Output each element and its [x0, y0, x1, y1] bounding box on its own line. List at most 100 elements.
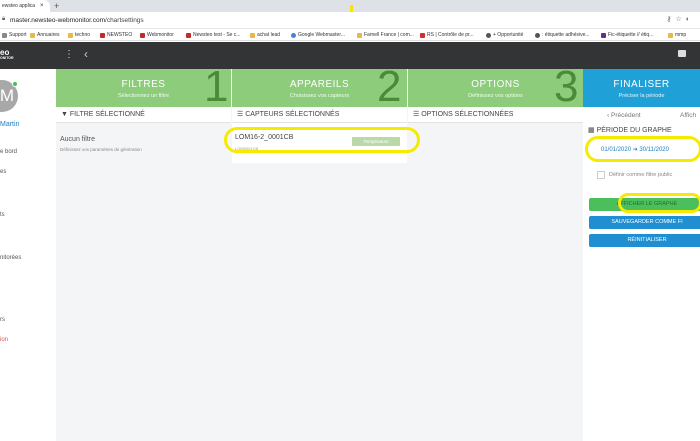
bookmark-label: Webmonitor	[147, 32, 174, 38]
sensor-highlight	[224, 127, 420, 153]
folder-icon	[250, 32, 255, 38]
sidebar-item-2[interactable]: es	[0, 169, 6, 175]
sidebar-item-monitored[interactable]: nitorées	[0, 255, 21, 261]
step-options[interactable]: OPTIONS Définissez vos options 3	[408, 69, 583, 107]
step-filters[interactable]: FILTRES Sélectionnez un filtre 1	[56, 69, 231, 107]
bookmark-5[interactable]: Newsteo test - Se c...	[186, 29, 241, 40]
sidebar-item-logout[interactable]: ion	[0, 337, 8, 343]
bookmark-11[interactable]: : étiquette adhésive...	[535, 29, 590, 40]
url-host: master.newsteo-webmonitor.com	[10, 17, 106, 24]
url-path: /chartsettings	[105, 17, 144, 24]
star-icon[interactable]: ☆	[675, 16, 685, 23]
panel-body: Aucun filtre Définissez vos paramètres d…	[56, 123, 231, 441]
grid-icon	[2, 32, 7, 38]
panel-header-label: OPTIONS SÉLECTIONNÉES	[421, 111, 514, 118]
bookmark-label: achat lead	[257, 32, 281, 38]
avatar-letter: M	[0, 86, 14, 105]
rs-icon	[420, 32, 425, 38]
user-name[interactable]: Martin	[0, 121, 19, 128]
panel-header-label: FILTRE SÉLECTIONNÉ	[69, 111, 145, 118]
public-filter-label: Définir comme filtre public	[609, 172, 673, 178]
bookmark-12[interactable]: Fic-étiquette // étiq...	[601, 29, 654, 40]
sidebar-item-3[interactable]: ts	[0, 212, 5, 218]
folder-icon	[30, 32, 35, 38]
reset-button[interactable]: RÉINITIALISER	[589, 234, 700, 247]
panel-header: ▼ FILTRE SÉLECTIONNÉ	[56, 107, 231, 123]
bookmark-8[interactable]: Farnell France | com...	[357, 29, 414, 40]
cursor-marker	[350, 5, 353, 12]
step-finalize[interactable]: FINALISER Préciser la période	[583, 69, 700, 107]
bookmark-0[interactable]: Support	[2, 29, 27, 40]
step-number: 2	[377, 69, 402, 107]
step-subtitle: Préciser la période	[618, 93, 665, 99]
bookmark-label: Google Webmaster...	[298, 32, 345, 38]
folder-icon	[668, 32, 673, 38]
step-number: 3	[554, 69, 579, 107]
options-panel: ☰ OPTIONS SÉLECTIONNÉES	[408, 107, 583, 441]
app-header: eo ONITOR ⋮ ‹	[0, 42, 700, 69]
url-field[interactable]: master.newsteo-webmonitor.com/chartsetti…	[10, 15, 144, 26]
empty-filter-title: Aucun filtre	[60, 136, 96, 143]
bookmark-3[interactable]: NEWSTEO	[100, 29, 133, 40]
panel-header: ☰ CAPTEURS SÉLECTIONNÉS	[232, 107, 407, 123]
bookmark-2[interactable]: techno	[68, 29, 91, 40]
previous-link[interactable]: ‹ Précédent	[607, 112, 641, 119]
period-header-label: PÉRIODE DU GRAPHE	[596, 127, 672, 134]
bookmark-label: RS | Contrôle de pr...	[427, 32, 474, 38]
step-devices[interactable]: APPAREILS Choisissez vos capteurs 2	[232, 69, 407, 107]
sidebar-item-dashboard[interactable]: e bord	[0, 149, 17, 155]
step-number: 1	[204, 69, 229, 107]
filter-panel: ▼ FILTRE SÉLECTIONNÉ Aucun filtre Défini…	[56, 107, 231, 441]
period-header: ▦ PÉRIODE DU GRAPHE	[588, 126, 672, 134]
address-bar-icons: ⚷☆◐	[666, 15, 694, 23]
bookmark-site-icon	[601, 32, 606, 38]
tab-close-icon[interactable]: ×	[40, 0, 44, 12]
menu-icon[interactable]: ⋮	[64, 48, 74, 62]
panel-header-label: CAPTEURS SÉLECTIONNÉS	[245, 111, 340, 118]
lock-icon: 🔒︎	[2, 16, 6, 22]
folder-icon	[357, 32, 362, 38]
public-filter-checkbox[interactable]	[597, 171, 605, 179]
profile-icon[interactable]: ◐	[686, 16, 694, 23]
bookmark-label: NEWSTEO	[107, 32, 133, 38]
panel-header: ☰ OPTIONS SÉLECTIONNÉES	[408, 107, 583, 123]
bookmark-label: mmp	[675, 32, 687, 38]
panel-empty-area	[232, 163, 407, 441]
video-icon[interactable]	[678, 50, 686, 57]
bookmark-label: Annuaires	[37, 32, 60, 38]
bookmark-label: Newsteo test - Se c...	[193, 32, 241, 38]
bookmark-7[interactable]: Google Webmaster...	[291, 29, 345, 40]
bookmark-1[interactable]: Annuaires	[30, 29, 60, 40]
back-icon[interactable]: ‹	[84, 47, 88, 61]
list-icon: ☰	[413, 111, 422, 118]
new-tab-icon[interactable]: +	[54, 0, 59, 12]
bookmark-4[interactable]: Webmonitor	[140, 29, 174, 40]
bookmarks-bar: Support Annuaires techno NEWSTEO Webmoni…	[0, 29, 700, 41]
bookmark-label: + Opportunité	[493, 32, 524, 38]
next-link[interactable]: Affich	[680, 112, 696, 119]
app-logo: eo ONITOR	[0, 48, 14, 61]
sidebar: M Martin e bord es ts nitorées rs ion	[0, 69, 56, 441]
newsteo-icon	[186, 32, 191, 38]
button-highlight	[618, 193, 700, 213]
google-icon	[291, 32, 296, 38]
calendar-icon: ▦	[588, 127, 597, 134]
panel-body	[408, 123, 583, 441]
bookmark-label: techno	[75, 32, 91, 38]
bookmark-13[interactable]: mmp	[668, 29, 687, 40]
newsteo-icon	[100, 32, 105, 38]
filter-icon: ▼	[61, 111, 70, 118]
list-icon: ☰	[237, 111, 246, 118]
bookmark-9[interactable]: RS | Contrôle de pr...	[420, 29, 474, 40]
previous-label: Précédent	[610, 112, 641, 119]
bookmark-6[interactable]: achat lead	[250, 29, 281, 40]
step-title: FINALISER	[613, 79, 670, 90]
sidebar-item-5[interactable]: rs	[0, 317, 5, 323]
bookmark-label: Farnell France | com...	[364, 32, 414, 38]
browser-tab-bar: ewsteo applica × +	[0, 0, 700, 12]
globe-icon	[486, 32, 491, 38]
bookmark-10[interactable]: + Opportunité	[486, 29, 524, 40]
save-as-filter-button[interactable]: SAUVEGARDER COMME FI	[589, 216, 700, 229]
panel-body: LOM16-2_0001CB LOM0001CB Température	[232, 123, 407, 441]
bookmark-label: Fic-étiquette // étiq...	[608, 32, 654, 38]
